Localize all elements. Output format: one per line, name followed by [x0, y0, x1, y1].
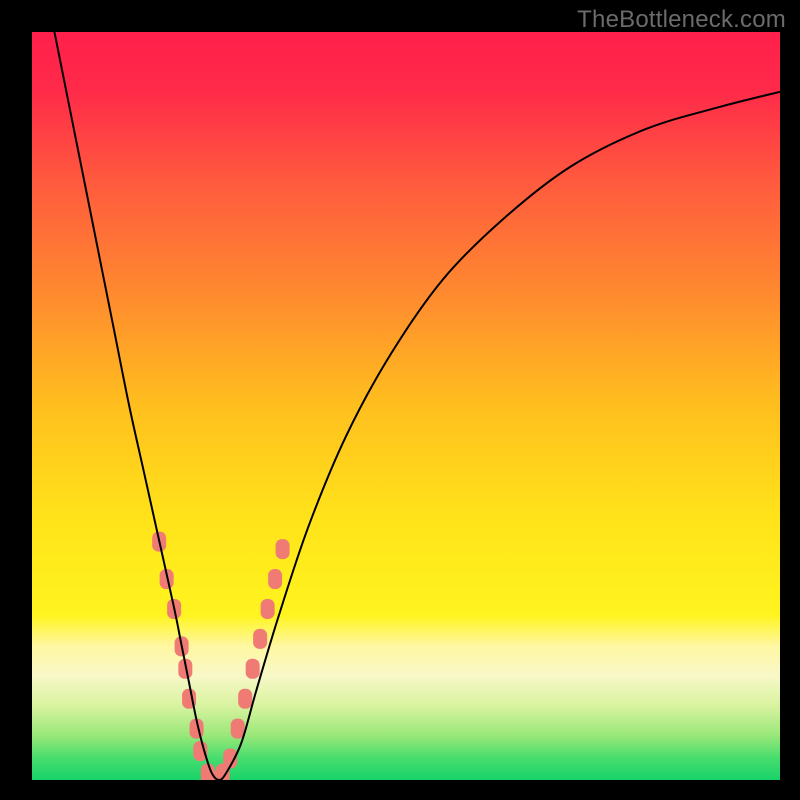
markers-layer [152, 532, 289, 780]
bottleneck-curve [54, 32, 780, 780]
chart-frame: TheBottleneck.com [0, 0, 800, 800]
marker-point [231, 719, 245, 739]
marker-point [246, 659, 260, 679]
marker-point [268, 569, 282, 589]
watermark-text: TheBottleneck.com [577, 6, 786, 34]
marker-point [276, 539, 290, 559]
marker-point [261, 599, 275, 619]
plot-area [32, 32, 780, 780]
curve-layer [32, 32, 780, 780]
marker-point [253, 629, 267, 649]
marker-point [238, 689, 252, 709]
